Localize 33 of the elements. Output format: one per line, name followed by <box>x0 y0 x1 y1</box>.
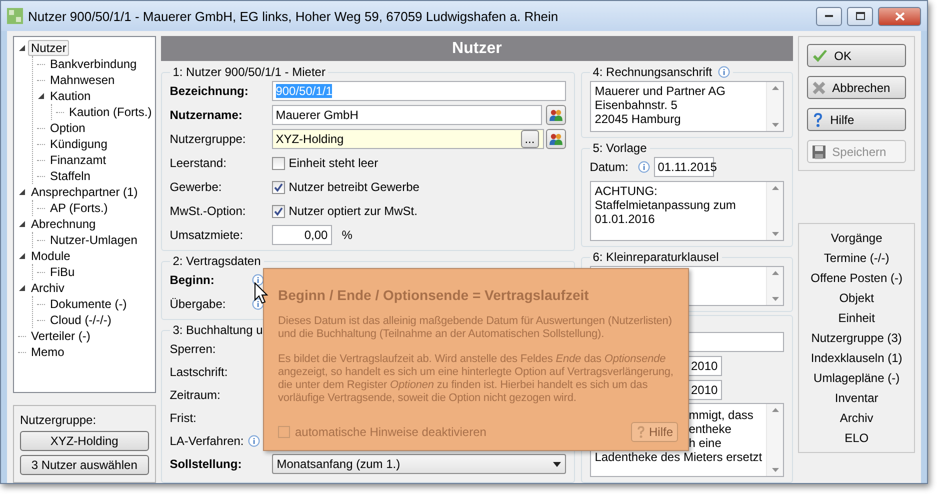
field-label: LA-Verfahren: <box>170 434 244 448</box>
field-label: Bezeichnung: <box>170 84 248 98</box>
checkbox-label: Einheit steht leer <box>288 156 378 170</box>
group-label: Nutzergruppe: <box>20 413 98 427</box>
field-label: Übergabe: <box>170 297 227 311</box>
section-title: 2: Vertragsdaten <box>172 254 262 268</box>
tooltip-text: Dieses Datum ist das alleinig maßgebende Datum für Auswertungen (Nutzerlisten) und die Buchhaltung (Teilnahme an der Automatischen Sollstellung). <box>278 315 673 341</box>
section-title: 6: Kleinreparaturklausel <box>592 250 720 264</box>
unit-label: % <box>342 228 352 242</box>
checkbox-label: Nutzer optiert zur MwSt. <box>288 204 418 218</box>
section-title: 5: Vorlage <box>592 141 648 155</box>
field-label: Nutzergruppe: <box>170 132 246 146</box>
section-title: 4: Rechnungsanschrift <box>592 65 712 79</box>
field-label: Nutzername: <box>170 108 242 122</box>
field-label: Leerstand: <box>170 156 226 170</box>
field-label: Beginn: <box>170 273 216 287</box>
page-header: Nutzer <box>160 36 794 61</box>
tooltip-text: Es bildet die Vertragslaufzeit ab. Wird anstelle des Feldes Ende das Optionsende angezeigt, so handelt es sich um eine hinterlegte Option auf Vertragsverlängerung, die unter dem Register Optionen zu finden ist. Hierbei handelt es sich um das vorläufige Vertragsende, soweit die Option nicht gezogen wird. <box>278 353 674 405</box>
field-label: Sollstellung: <box>170 457 242 471</box>
checkbox-label: Nutzer betreibt Gewerbe <box>288 180 420 194</box>
window-title: Nutzer 900/50/1/1 - Mauerer GmbH, EG links, Hoher Weg 59, 67059 Ludwigshafen a. Rhein <box>28 8 560 24</box>
field-label: Sperren: <box>170 342 216 356</box>
checkbox-label: automatische Hinweise deaktivieren <box>295 425 486 439</box>
field-label: Gewerbe: <box>170 180 222 194</box>
field-label: MwSt.-Option: <box>170 204 246 218</box>
section-title: 1: Nutzer 900/50/1/1 - Mieter <box>172 65 326 79</box>
tooltip-title: Beginn / Ende / Optionsende = Vertragslaufzeit <box>278 287 590 303</box>
field-label: Datum: <box>590 160 628 174</box>
field-label: Umsatzmiete: <box>170 228 244 242</box>
field-label: Lastschrift: <box>170 365 228 379</box>
field-label: Zeitraum: <box>170 388 220 402</box>
field-label: Frist: <box>170 411 196 425</box>
section-title: 3: Buchhaltung u <box>172 323 264 337</box>
